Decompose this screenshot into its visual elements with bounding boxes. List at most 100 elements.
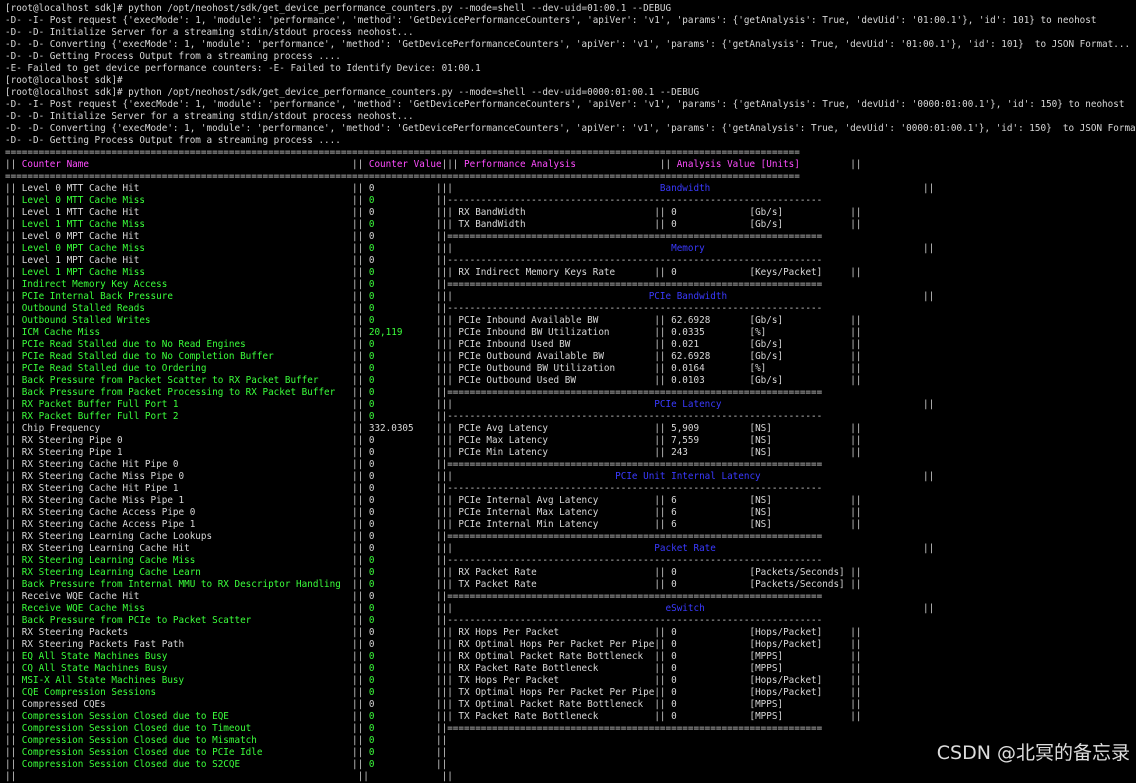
counter-value: 0 <box>368 303 437 314</box>
separator: || <box>922 543 935 554</box>
analysis-unit: [Gb/s] <box>749 219 851 230</box>
separator: || <box>654 519 672 530</box>
separator: || <box>850 699 862 710</box>
analysis-unit: [MPPS] <box>749 711 851 722</box>
counter-name: RX Steering Cache Access Pipe 0 <box>21 507 353 518</box>
separator: ||| <box>436 375 459 386</box>
counter-value: 0 <box>368 363 437 374</box>
separator: || <box>850 315 862 326</box>
separator: || <box>352 723 369 734</box>
analysis-name: TX Hops Per Packet <box>458 675 655 686</box>
separator: || <box>5 267 22 278</box>
separator: || <box>850 711 862 722</box>
counter-name: RX Packet Buffer Full Port 2 <box>21 411 353 422</box>
analysis-unit: [Hops/Packet] <box>749 687 851 698</box>
counter-value: 0 <box>368 315 437 326</box>
separator: ||| <box>436 507 459 518</box>
counter-value: 0 <box>368 651 437 662</box>
separator: ||| <box>436 663 459 674</box>
analysis-unit: [NS] <box>749 495 851 506</box>
analysis-value: 0 <box>671 567 750 578</box>
table-row: || RX Steering Cache Access Pipe 0 || 0 … <box>5 507 1136 519</box>
separator: || <box>5 531 22 542</box>
counter-value: 0 <box>368 231 437 242</box>
separator: || <box>352 687 369 698</box>
separator: || <box>922 291 935 302</box>
separator: || <box>5 747 22 758</box>
analysis-name: RX Indirect Memory Keys Rate <box>458 267 655 278</box>
analysis-value: 6 <box>671 495 750 506</box>
separator: ||| <box>436 519 459 530</box>
separator: || <box>5 567 22 578</box>
separator: || <box>352 327 369 338</box>
separator: || <box>659 159 677 170</box>
table-row: || Level 0 MPT Cache Hit || 0 ||========… <box>5 231 1136 243</box>
analysis-value: 0 <box>671 699 750 710</box>
separator: ||| <box>436 675 459 686</box>
table-row: || EQ All State Machines Busy || 0 ||| R… <box>5 651 1136 663</box>
counter-name: RX Steering Pipe 1 <box>21 447 353 458</box>
counter-value: 0 <box>368 663 437 674</box>
counter-value: 0 <box>368 351 437 362</box>
terminal-window[interactable]: [root@localhost sdk]# python /opt/neohos… <box>0 0 1136 782</box>
separator: ||--------------------------------------… <box>436 555 823 566</box>
counter-name: Level 1 MPT Cache Hit <box>21 255 353 266</box>
separator: || <box>352 399 369 410</box>
analysis-unit: [%] <box>749 363 851 374</box>
counter-name: Compression Session Closed due to Timeou… <box>21 723 353 734</box>
analysis-name: PCIe Outbound BW Utilization <box>458 363 655 374</box>
separator: ||| <box>436 579 459 590</box>
separator: || <box>850 519 862 530</box>
analysis-value: 0 <box>671 675 750 686</box>
separator: || <box>5 387 22 398</box>
separator: || <box>654 315 672 326</box>
analysis-unit: [NS] <box>749 519 851 530</box>
separator: || <box>5 675 22 686</box>
counter-name: Level 0 MTT Cache Hit <box>21 183 353 194</box>
separator: || <box>5 315 22 326</box>
separator: ||| <box>436 567 459 578</box>
separator: || <box>5 399 22 410</box>
analysis-unit: [Keys/Packet] <box>749 267 851 278</box>
analysis-unit: [Packets/Seconds] <box>749 579 851 590</box>
separator: || <box>5 687 22 698</box>
separator: || <box>850 567 862 578</box>
counter-name: RX Steering Learning Cache Miss <box>21 555 353 566</box>
table-row: || Outbound Stalled Reads || 0 ||-------… <box>5 303 1136 315</box>
counter-value: 0 <box>368 411 437 422</box>
separator: || <box>654 363 672 374</box>
table-row: || Compressed CQEs || 0 ||| TX Optimal P… <box>5 699 1136 711</box>
separator: || <box>352 555 369 566</box>
separator: || <box>352 579 369 590</box>
separator: || <box>654 327 672 338</box>
table-row: || RX Steering Cache Hit Pipe 0 || 0 ||=… <box>5 459 1136 471</box>
counter-value: 0 <box>368 219 437 230</box>
counter-value: 0 <box>368 615 437 626</box>
separator: || <box>352 375 369 386</box>
table-row: || RX Steering Learning Cache Learn || 0… <box>5 567 1136 579</box>
log-line: -D- -I- Post request {'execMode': 1, 'mo… <box>5 15 1097 26</box>
separator: ||| <box>436 207 459 218</box>
separator: || <box>850 363 862 374</box>
counter-value: 0 <box>368 579 437 590</box>
separator: || <box>654 507 672 518</box>
separator: || <box>352 243 369 254</box>
analysis-unit: [Gb/s] <box>749 315 851 326</box>
separator: ||| <box>436 267 459 278</box>
separator: || <box>5 459 22 470</box>
separator: || <box>5 243 22 254</box>
separator: || <box>5 639 22 650</box>
table-border: ========================================… <box>5 147 1136 159</box>
separator: || <box>850 507 862 518</box>
counter-value: 0 <box>368 639 437 650</box>
separator: || <box>5 699 22 710</box>
separator: || <box>850 339 862 350</box>
separator: || <box>5 663 22 674</box>
separator: || <box>5 471 22 482</box>
separator: || <box>5 363 22 374</box>
analysis-unit: [NS] <box>749 435 851 446</box>
separator: || <box>654 567 672 578</box>
separator: || <box>850 327 862 338</box>
counter-name: Level 1 MTT Cache Hit <box>21 207 353 218</box>
separator: || <box>352 663 369 674</box>
